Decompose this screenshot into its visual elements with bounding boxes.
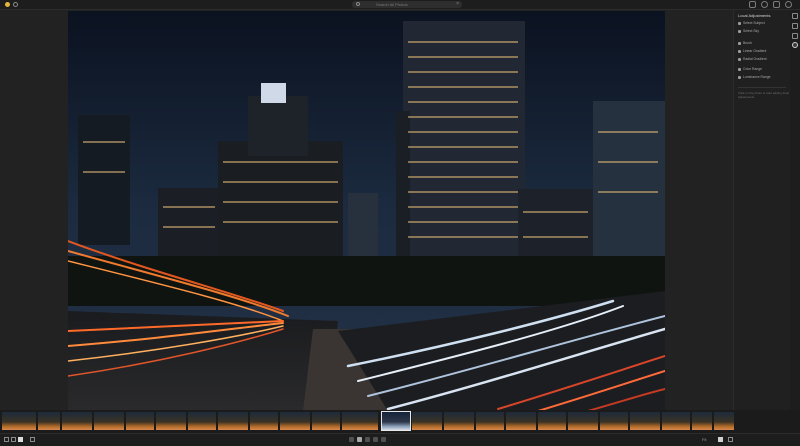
filmstrip-thumb[interactable] (218, 412, 248, 430)
search-placeholder: Search All Photos (376, 2, 408, 7)
filmstrip-thumb[interactable] (476, 412, 504, 430)
radial-icon (738, 57, 741, 61)
search-icon (356, 2, 360, 6)
filmstrip-thumb[interactable] (538, 412, 566, 430)
filmstrip-thumb[interactable] (312, 412, 340, 430)
luminance-range-button[interactable]: Luminance Range (738, 74, 771, 80)
select-sky-button[interactable]: Select Sky (738, 28, 759, 34)
before-after-icon[interactable] (728, 437, 733, 442)
crop-icon[interactable] (792, 23, 798, 29)
panel-item-label: Color Range (743, 67, 763, 71)
sort-icon[interactable] (30, 437, 35, 442)
help-icon[interactable] (785, 1, 792, 8)
square-grid-icon[interactable] (11, 437, 16, 442)
share-icon[interactable] (773, 1, 780, 8)
radial-gradient-button[interactable]: Radial Gradient (738, 56, 767, 62)
color-range-icon (738, 67, 741, 71)
masking-icon[interactable] (792, 42, 798, 48)
zoom-level[interactable]: Fit (702, 436, 706, 443)
select-subject-button[interactable]: Select Subject (738, 20, 765, 26)
filmstrip-thumb[interactable] (506, 412, 536, 430)
star-icon[interactable] (373, 437, 378, 442)
adjustments-panel: Local Adjustments Select Subject Select … (733, 10, 791, 410)
edit-icon[interactable] (792, 13, 798, 19)
close-icon[interactable]: × (456, 1, 459, 8)
brush-button[interactable]: Brush (738, 40, 752, 46)
detail-view-icon[interactable] (18, 437, 23, 442)
status-bar: Fit (0, 433, 800, 446)
flag-icon[interactable] (349, 437, 354, 442)
gradient-icon (738, 49, 741, 53)
reject-icon[interactable] (365, 437, 370, 442)
cloud-icon (738, 29, 741, 33)
filmstrip-thumb[interactable] (444, 412, 474, 430)
filmstrip-thumb[interactable] (662, 412, 690, 430)
panel-item-label: Linear Gradient (743, 49, 767, 53)
filmstrip-thumb[interactable] (342, 412, 378, 430)
city-night-photo (68, 11, 665, 411)
divider (738, 87, 786, 88)
filmstrip-thumb[interactable] (412, 412, 442, 430)
healing-icon[interactable] (792, 33, 798, 39)
linear-gradient-button[interactable]: Linear Gradient (738, 48, 766, 54)
grid-view-icon[interactable] (4, 437, 9, 442)
panel-item-label: Radial Gradient (743, 57, 767, 61)
filmstrip-thumb[interactable] (156, 412, 186, 430)
filmstrip-thumb[interactable] (94, 412, 124, 430)
filmstrip-thumb[interactable] (250, 412, 278, 430)
filmstrip-thumb[interactable] (600, 412, 628, 430)
filmstrip-thumb[interactable] (692, 412, 712, 430)
flag-icon[interactable] (357, 437, 362, 442)
color-range-button[interactable]: Color Range (738, 66, 762, 72)
filmstrip-thumb[interactable] (630, 412, 660, 430)
top-bar: Search All Photos × (0, 0, 800, 10)
top-toolbar (749, 1, 792, 8)
cloud-sync-icon[interactable] (761, 1, 768, 8)
filmstrip-thumb[interactable] (38, 412, 60, 430)
filmstrip-thumb[interactable] (714, 412, 734, 430)
filter-icon[interactable] (749, 1, 756, 8)
photo-viewer (0, 10, 733, 411)
panel-title: Local Adjustments (738, 13, 771, 18)
compare-icon[interactable] (718, 437, 723, 442)
main-photo[interactable] (68, 11, 665, 411)
star-icon[interactable] (381, 437, 386, 442)
person-icon (738, 21, 741, 25)
filmstrip-thumb[interactable] (2, 412, 36, 430)
filmstrip-thumb[interactable] (62, 412, 92, 430)
luminance-icon (738, 75, 741, 79)
search-input[interactable]: Search All Photos × (352, 1, 462, 8)
panel-item-label: Brush (743, 41, 752, 45)
tool-strip (790, 10, 800, 410)
panel-hint: Click on the photo to start adding local… (738, 91, 789, 99)
panel-item-label: Select Sky (743, 29, 760, 33)
rating-flags (349, 437, 386, 442)
app-logo-icon (5, 2, 10, 7)
filmstrip-thumb[interactable] (188, 412, 216, 430)
sync-icon[interactable] (13, 2, 18, 7)
filmstrip-thumb[interactable] (126, 412, 154, 430)
filmstrip-thumb[interactable] (280, 412, 310, 430)
brush-icon (738, 41, 741, 45)
filmstrip-thumb[interactable] (568, 412, 598, 430)
filmstrip (0, 410, 800, 433)
filmstrip-thumb-selected[interactable] (381, 411, 411, 431)
panel-item-label: Luminance Range (743, 75, 771, 79)
panel-item-label: Select Subject (743, 21, 765, 25)
